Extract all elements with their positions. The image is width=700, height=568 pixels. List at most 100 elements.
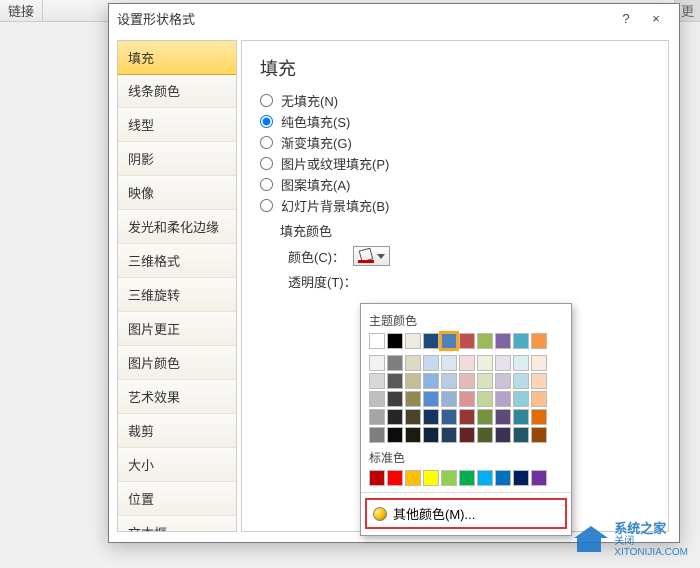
color-swatch[interactable] — [369, 333, 385, 349]
color-swatch[interactable] — [423, 427, 439, 443]
sidebar-item[interactable]: 裁剪 — [118, 414, 236, 448]
color-swatch[interactable] — [369, 391, 385, 407]
color-swatch[interactable] — [387, 373, 403, 389]
color-picker-button[interactable] — [353, 246, 390, 266]
dialog-titlebar: 设置形状格式 ? × — [109, 4, 679, 32]
color-swatch[interactable] — [477, 427, 493, 443]
color-swatch[interactable] — [423, 391, 439, 407]
color-swatch[interactable] — [531, 427, 547, 443]
color-swatch[interactable] — [387, 409, 403, 425]
color-swatch[interactable] — [477, 355, 493, 371]
radio-gradient-fill[interactable]: 渐变填充(G) — [260, 133, 650, 152]
color-swatch[interactable] — [477, 373, 493, 389]
color-swatch[interactable] — [423, 373, 439, 389]
color-swatch[interactable] — [513, 427, 529, 443]
color-swatch[interactable] — [477, 333, 493, 349]
color-swatch[interactable] — [477, 470, 493, 486]
color-swatch[interactable] — [369, 373, 385, 389]
color-swatch[interactable] — [405, 409, 421, 425]
color-swatch[interactable] — [477, 409, 493, 425]
color-swatch[interactable] — [459, 427, 475, 443]
color-swatch[interactable] — [405, 333, 421, 349]
color-swatch[interactable] — [459, 391, 475, 407]
color-swatch[interactable] — [441, 333, 457, 349]
color-swatch[interactable] — [495, 409, 511, 425]
color-swatch[interactable] — [423, 333, 439, 349]
radio-pattern-fill[interactable]: 图案填充(A) — [260, 175, 650, 194]
sidebar-item[interactable]: 大小 — [118, 448, 236, 482]
color-swatch[interactable] — [513, 391, 529, 407]
color-swatch[interactable] — [369, 355, 385, 371]
radio-no-fill[interactable]: 无填充(N) — [260, 91, 650, 110]
color-swatch[interactable] — [531, 355, 547, 371]
radio-label: 无填充(N) — [281, 91, 338, 110]
color-swatch[interactable] — [423, 409, 439, 425]
color-swatch[interactable] — [441, 373, 457, 389]
color-swatch[interactable] — [387, 427, 403, 443]
color-swatch[interactable] — [387, 470, 403, 486]
color-swatch[interactable] — [405, 355, 421, 371]
color-swatch[interactable] — [513, 409, 529, 425]
color-swatch[interactable] — [387, 391, 403, 407]
sidebar-item[interactable]: 艺术效果 — [118, 380, 236, 414]
sidebar-item[interactable]: 映像 — [118, 176, 236, 210]
sidebar-item[interactable]: 图片更正 — [118, 312, 236, 346]
topbar-link[interactable]: 链接 — [0, 0, 43, 21]
color-swatch[interactable] — [459, 355, 475, 371]
color-swatch[interactable] — [405, 470, 421, 486]
close-button[interactable]: × — [641, 11, 671, 26]
sidebar-item[interactable]: 线条颜色 — [118, 74, 236, 108]
radio-slidebg-fill[interactable]: 幻灯片背景填充(B) — [260, 196, 650, 215]
color-swatch[interactable] — [369, 470, 385, 486]
color-swatch[interactable] — [531, 373, 547, 389]
color-swatch[interactable] — [405, 427, 421, 443]
sidebar-item[interactable]: 三维旋转 — [118, 278, 236, 312]
color-swatch[interactable] — [369, 427, 385, 443]
color-swatch[interactable] — [459, 470, 475, 486]
color-swatch[interactable] — [405, 391, 421, 407]
color-swatch[interactable] — [531, 391, 547, 407]
help-button[interactable]: ? — [611, 11, 641, 26]
color-swatch[interactable] — [405, 373, 421, 389]
radio-solid-fill[interactable]: 纯色填充(S) — [260, 112, 650, 131]
color-swatch[interactable] — [459, 333, 475, 349]
color-swatch[interactable] — [495, 333, 511, 349]
color-swatch[interactable] — [423, 470, 439, 486]
sidebar-item[interactable]: 文本框 — [118, 516, 236, 532]
color-swatch[interactable] — [441, 391, 457, 407]
color-swatch[interactable] — [459, 373, 475, 389]
color-swatch[interactable] — [513, 355, 529, 371]
color-swatch[interactable] — [459, 409, 475, 425]
color-swatch[interactable] — [423, 355, 439, 371]
sidebar-item[interactable]: 线型 — [118, 108, 236, 142]
more-colors-button[interactable]: 其他颜色(M)... — [365, 498, 567, 529]
color-swatch[interactable] — [441, 470, 457, 486]
color-swatch[interactable] — [477, 391, 493, 407]
color-swatch[interactable] — [441, 409, 457, 425]
color-swatch[interactable] — [369, 409, 385, 425]
color-swatch[interactable] — [513, 470, 529, 486]
color-swatch[interactable] — [495, 355, 511, 371]
color-swatch[interactable] — [531, 409, 547, 425]
color-swatch[interactable] — [387, 333, 403, 349]
radio-picture-fill[interactable]: 图片或纹理填充(P) — [260, 154, 650, 173]
color-swatch[interactable] — [387, 355, 403, 371]
color-swatch[interactable] — [531, 333, 547, 349]
color-swatch[interactable] — [495, 391, 511, 407]
more-colors-label: 其他颜色(M)... — [393, 504, 475, 523]
color-swatch[interactable] — [513, 373, 529, 389]
color-swatch[interactable] — [495, 427, 511, 443]
sidebar-item[interactable]: 图片颜色 — [118, 346, 236, 380]
color-swatch[interactable] — [441, 427, 457, 443]
sidebar-item[interactable]: 三维格式 — [118, 244, 236, 278]
color-swatch[interactable] — [441, 355, 457, 371]
sidebar-item[interactable]: 阴影 — [118, 142, 236, 176]
watermark: 系统之家 关闭 XITONIJIA.COM — [574, 522, 688, 558]
color-swatch[interactable] — [495, 470, 511, 486]
color-swatch[interactable] — [513, 333, 529, 349]
color-swatch[interactable] — [531, 470, 547, 486]
sidebar-item[interactable]: 位置 — [118, 482, 236, 516]
color-swatch[interactable] — [495, 373, 511, 389]
sidebar-item[interactable]: 发光和柔化边缘 — [118, 210, 236, 244]
sidebar-item[interactable]: 填充 — [117, 40, 237, 75]
